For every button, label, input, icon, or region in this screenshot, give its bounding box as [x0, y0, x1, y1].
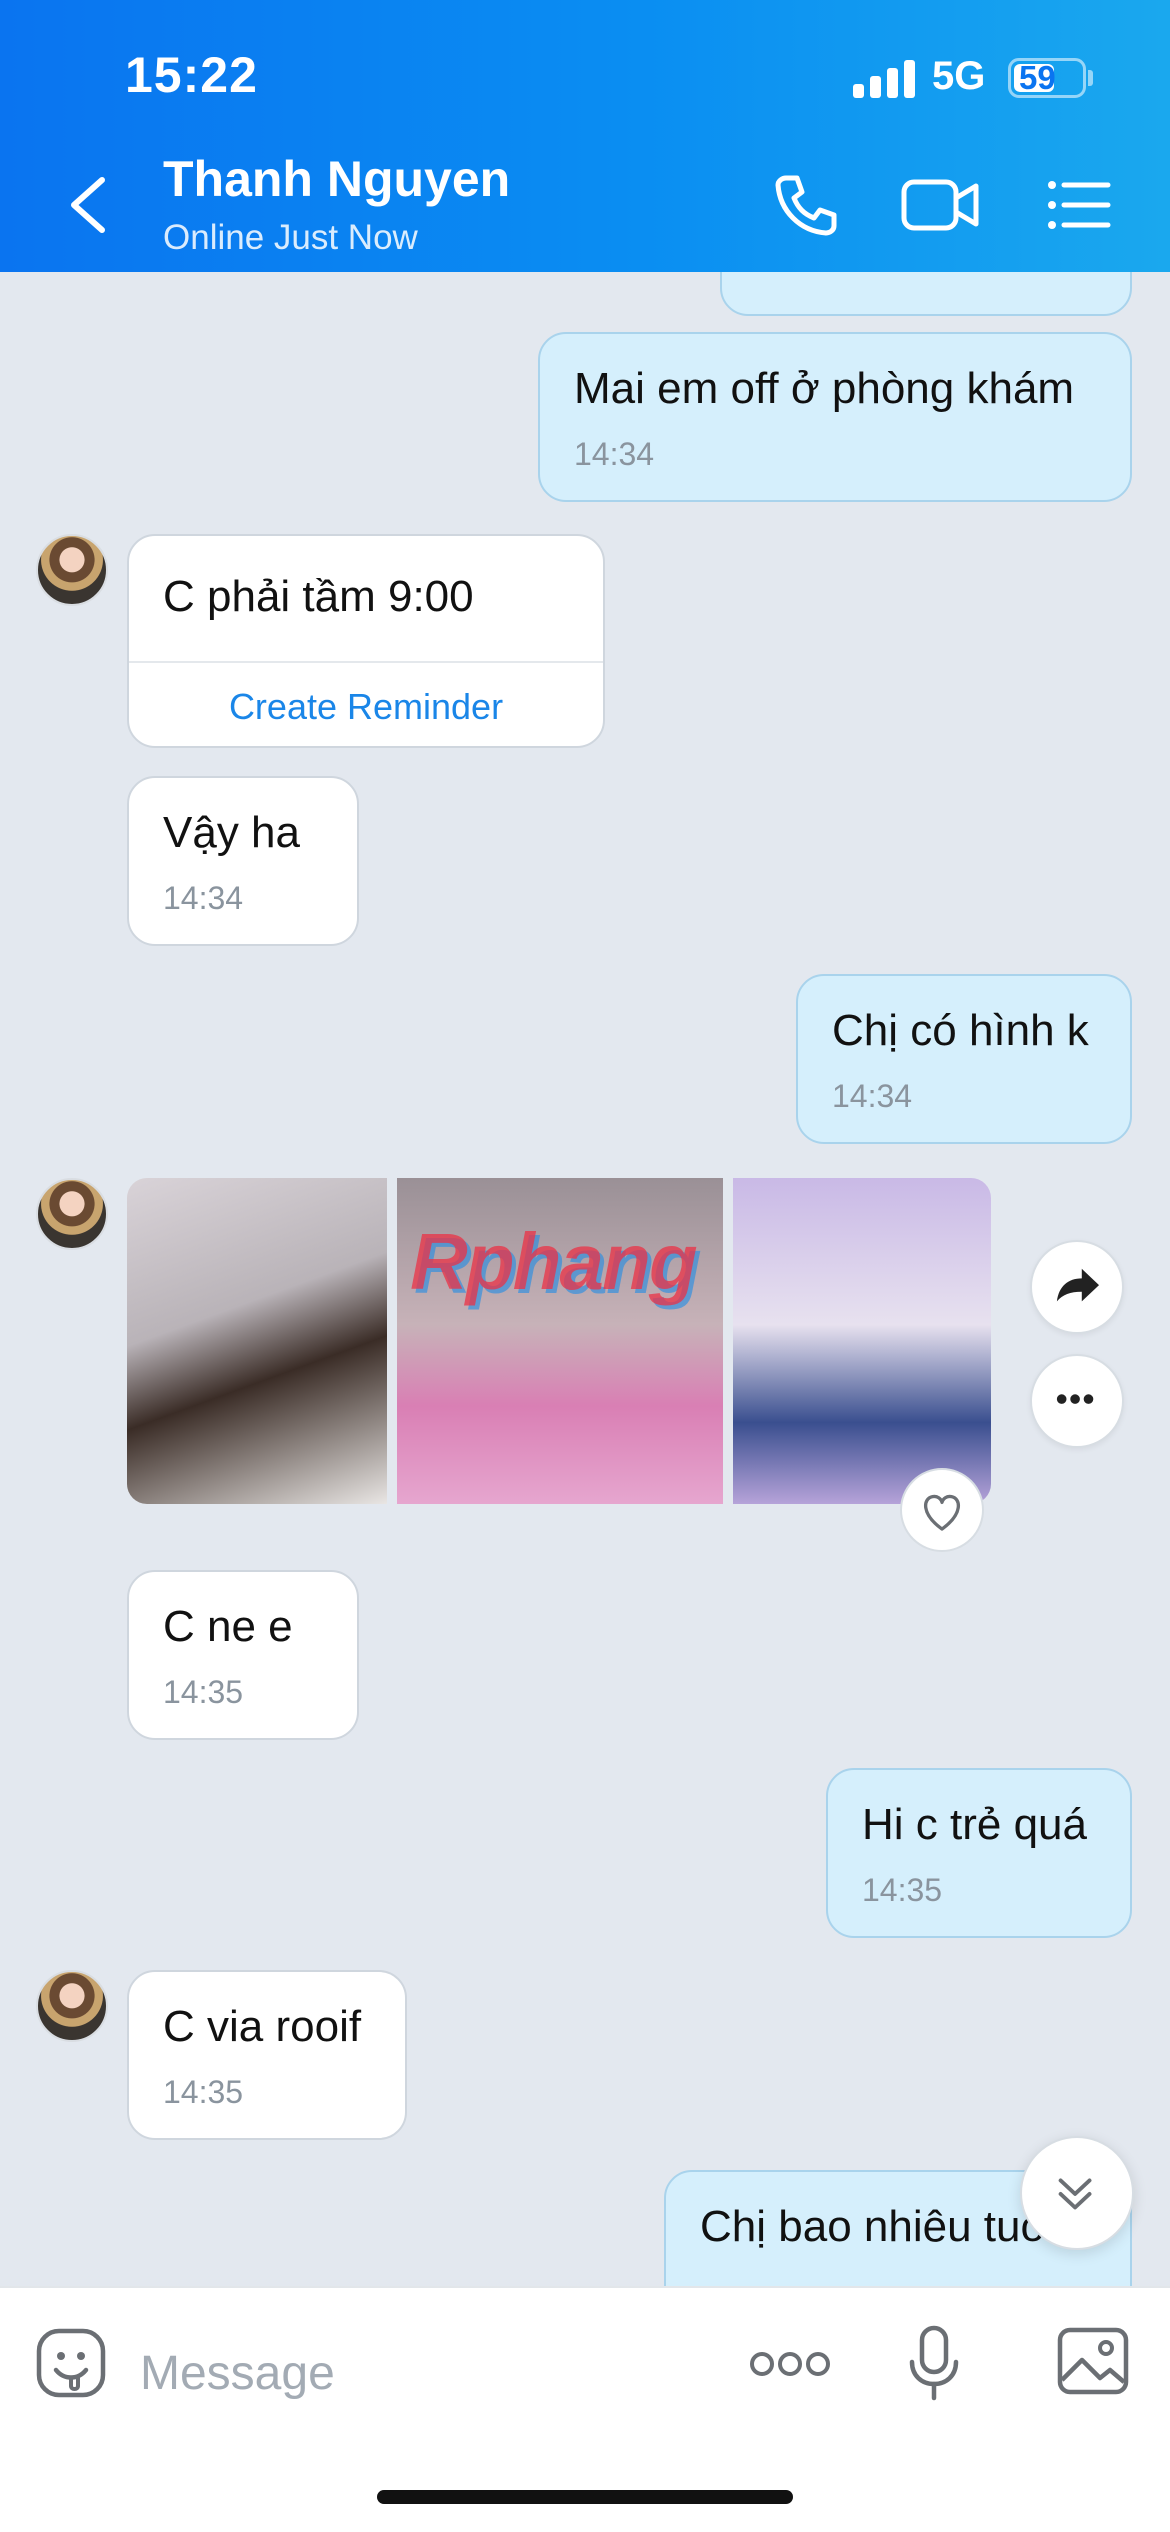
avatar[interactable] [36, 534, 108, 606]
divider [129, 661, 603, 663]
chat-header: 15:22 5G 59 Thanh Nguyen Online Just Now [0, 0, 1170, 272]
message-text: Chị có hình k [832, 1006, 1089, 1055]
sticker-icon[interactable] [34, 2326, 108, 2400]
message-time: 14:35 [163, 2074, 244, 2110]
more-dots-icon[interactable] [748, 2344, 832, 2384]
message-time: 14:35 [862, 1872, 943, 1908]
gallery-icon[interactable] [1056, 2326, 1130, 2396]
message-bubble-out[interactable]: Hi c trẻ quá 14:35 [826, 1768, 1132, 1938]
share-icon[interactable] [1030, 1240, 1124, 1334]
message-bubble-out[interactable]: Mai em off ở phòng khám 14:34 [538, 332, 1132, 502]
avatar[interactable] [36, 1178, 108, 1250]
status-time: 15:22 [125, 47, 258, 103]
message-bubble-out[interactable]: Chị có hình k 14:34 [796, 974, 1132, 1144]
message-text: Vậy ha [163, 808, 300, 857]
network-type: 5G [932, 54, 986, 98]
scroll-down-icon[interactable] [1020, 2136, 1134, 2250]
signal-icon [853, 60, 917, 98]
message-bubble-in[interactable]: Vậy ha 14:34 [127, 776, 359, 946]
video-call-icon[interactable] [900, 170, 980, 240]
message-time: 14:34 [163, 880, 244, 916]
message-text: C ne e [163, 1602, 293, 1651]
message-bubble-in[interactable]: C ne e 14:35 [127, 1570, 359, 1740]
battery-level: 59 [1019, 59, 1056, 96]
phone-icon[interactable] [770, 170, 840, 240]
message-text: Hi c trẻ quá [862, 1800, 1087, 1849]
photo-3[interactable] [733, 1178, 991, 1504]
message-time: 14:35 [163, 1674, 244, 1710]
battery-icon: 59 [1008, 58, 1086, 98]
message-bubble-partial[interactable] [720, 272, 1132, 316]
photo-watermark: Rphang [410, 1217, 698, 1306]
contact-name[interactable]: Thanh Nguyen [163, 150, 510, 208]
home-indicator[interactable] [377, 2490, 793, 2504]
message-time: 14:34 [832, 1078, 913, 1114]
message-input[interactable]: Message [140, 2346, 335, 2401]
back-icon[interactable] [60, 170, 120, 240]
message-time: 14:34 [574, 436, 655, 472]
message-text: C phải tầm 9:00 [163, 572, 474, 621]
create-reminder-button[interactable]: Create Reminder [129, 686, 603, 728]
message-bubble-reminder[interactable]: C phải tầm 9:00 Create Reminder [127, 534, 605, 748]
photo-1[interactable] [127, 1178, 387, 1504]
message-text: Mai em off ở phòng khám [574, 364, 1075, 413]
contact-status: Online Just Now [163, 218, 418, 257]
microphone-icon[interactable] [904, 2324, 964, 2404]
message-bubble-in[interactable]: C via rooif 14:35 [127, 1970, 407, 2140]
heart-icon[interactable] [900, 1468, 984, 1552]
avatar[interactable] [36, 1970, 108, 2042]
message-text: C via rooif [163, 2002, 362, 2051]
more-icon[interactable] [1030, 1354, 1124, 1448]
chat-messages[interactable]: Mai em off ở phòng khám 14:34 C phải tầm… [0, 272, 1170, 2286]
menu-list-icon[interactable] [1046, 170, 1112, 240]
